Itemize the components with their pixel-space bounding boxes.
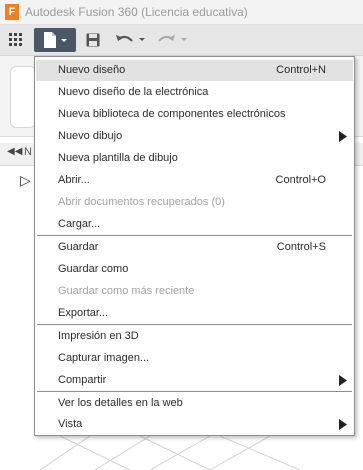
- undo-button[interactable]: [112, 28, 150, 52]
- file-icon: [44, 32, 67, 48]
- data-panel-button[interactable]: [3, 28, 29, 52]
- shortcut-label: Control+N: [276, 64, 326, 76]
- menu-item-vista[interactable]: Vista: [36, 414, 353, 435]
- menu-item-abrir-recuperados: Abrir documentos recuperados (0): [58, 196, 225, 208]
- redo-button[interactable]: [156, 28, 192, 52]
- ribbon-card: [10, 66, 36, 128]
- save-icon: [86, 33, 100, 47]
- menu-item-nueva-biblioteca[interactable]: Nueva biblioteca de componentes electrón…: [36, 104, 353, 125]
- window-title: Autodesk Fusion 360 (Licencia educativa): [25, 5, 248, 19]
- shortcut-label: Control+S: [276, 241, 326, 253]
- quick-access-toolbar: [0, 25, 363, 56]
- fusion-logo-icon: F: [5, 4, 19, 20]
- shortcut-label: Control+O: [275, 174, 326, 186]
- menu-separator: [37, 391, 352, 392]
- expand-tree-icon[interactable]: ▷: [20, 172, 31, 189]
- menu-item-ver-detalles-web[interactable]: Ver los detalles en la web: [36, 393, 353, 414]
- submenu-arrow-icon: [339, 131, 347, 142]
- menu-item-cargar[interactable]: Cargar...: [36, 214, 353, 235]
- menu-item-nuevo-diseno-electronica[interactable]: Nuevo diseño de la electrónica: [36, 82, 353, 103]
- menu-item-nuevo-diseno[interactable]: Nuevo diseño Control+N: [36, 60, 353, 81]
- menu-item-exportar[interactable]: Exportar...: [36, 303, 353, 324]
- menu-separator: [37, 324, 352, 325]
- file-dropdown-menu: Nuevo diseño Control+N Nuevo diseño de l…: [34, 56, 355, 436]
- file-menu-button[interactable]: [34, 28, 76, 52]
- redo-icon: [158, 35, 187, 42]
- grid-icon: [9, 33, 22, 46]
- browser-label-fragment: N: [24, 146, 32, 158]
- menu-item-nueva-plantilla[interactable]: Nueva plantilla de dibujo: [36, 148, 353, 169]
- menu-item-nuevo-dibujo[interactable]: Nuevo dibujo: [36, 126, 353, 147]
- menu-item-capturar-imagen[interactable]: Capturar imagen...: [36, 348, 353, 369]
- menu-item-guardar[interactable]: Guardar Control+S: [36, 237, 353, 258]
- save-button[interactable]: [82, 28, 104, 52]
- canvas-grid: [39, 436, 301, 470]
- menu-item-impresion-3d[interactable]: Impresión en 3D: [36, 326, 353, 347]
- undo-icon: [116, 35, 145, 42]
- menu-item-abrir[interactable]: Abrir... Control+O: [36, 170, 353, 191]
- submenu-arrow-icon: [339, 419, 347, 430]
- collapse-browser-icon[interactable]: ◀◀: [7, 146, 22, 157]
- menu-item-guardar-como[interactable]: Guardar como: [36, 259, 353, 280]
- menu-separator: [37, 235, 352, 236]
- menu-item-compartir[interactable]: Compartir: [36, 370, 353, 391]
- submenu-arrow-icon: [339, 375, 347, 386]
- menu-item-guardar-reciente: Guardar como más reciente: [58, 285, 195, 297]
- title-bar: F Autodesk Fusion 360 (Licencia educativ…: [0, 0, 363, 25]
